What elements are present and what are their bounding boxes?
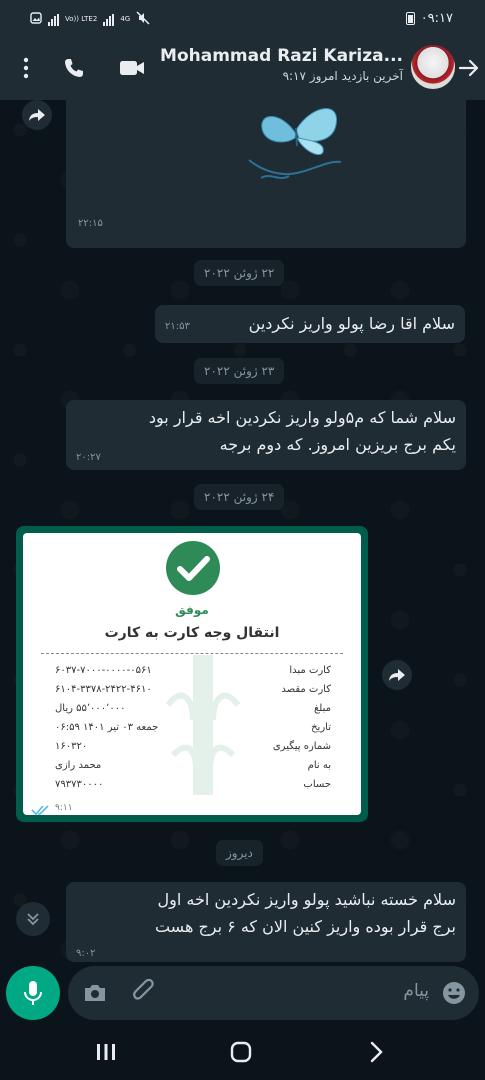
receipt-row-value: ۵۵٬۰۰۰٬۰۰۰ ریال <box>55 703 126 714</box>
chat-area[interactable]: ۲۲:۱۵ ۲۲ ژوئن ۲۰۲۲ سلام اقا رضا پولو وار… <box>0 100 485 962</box>
forward-button[interactable] <box>22 100 52 130</box>
message-input[interactable]: پیام <box>68 966 479 1020</box>
mute-icon <box>136 11 150 28</box>
read-receipt-icon <box>31 801 51 815</box>
receipt-row-value: ۱۶۰۳۲۰ <box>55 741 88 752</box>
bank-watermark-icon <box>165 655 241 795</box>
receipt-row-label: تاریخ <box>311 722 331 733</box>
video-call-icon[interactable] <box>118 55 146 85</box>
receipt-row-label: به نام <box>307 760 331 771</box>
avatar[interactable] <box>411 45 455 89</box>
input-placeholder: پیام <box>403 981 429 1001</box>
message-text-line: سلام خسته نباشید پولو واریز نکردین اخه ا… <box>157 890 456 909</box>
receipt-image[interactable]: موفق انتقال وجه کارت به کارت کارت مبدا ۶… <box>23 533 361 815</box>
receipt-row-value: محمد رازی <box>55 760 102 771</box>
camera-icon[interactable] <box>82 981 108 1009</box>
receipt-status: موفق <box>175 603 209 617</box>
message-bubble[interactable]: سلام شما که م۵ولو واریز نکردین اخه قرار … <box>66 400 466 470</box>
scroll-down-button[interactable] <box>16 902 50 936</box>
home-icon[interactable] <box>229 1040 253 1068</box>
message-time: ۲۱:۵۳ <box>165 321 190 332</box>
date-chip: دیروز <box>216 840 263 866</box>
receipt-title: انتقال وجه کارت به کارت <box>104 625 280 641</box>
status-time: ۰۹:۱۷ <box>420 11 453 26</box>
message-text-line: سلام شما که م۵ولو واریز نکردین اخه قرار … <box>148 408 456 427</box>
success-check-icon <box>166 541 220 595</box>
message-time: ۲۲:۱۵ <box>78 218 103 229</box>
divider <box>41 653 343 654</box>
contact-name[interactable]: Mohammad Razi Kariza... <box>160 46 403 66</box>
emoji-icon[interactable] <box>441 980 467 1010</box>
more-options-icon[interactable] <box>16 55 36 85</box>
network-label-left: Vo)) LTE2 <box>65 15 98 23</box>
system-nav-bar <box>0 1022 485 1080</box>
receipt-row-label: کارت مقصد <box>281 684 331 695</box>
last-seen: آخرین بازدید امروز ۹:۱۷ <box>282 69 403 83</box>
receipt-row-value: ۶۰۳۷-۷۰۰۰-۰۰۰۰-۰۵۶۱ <box>55 665 152 676</box>
recent-apps-icon[interactable] <box>95 1042 117 1066</box>
chat-header: Mohammad Razi Kariza... آخرین بازدید امر… <box>0 38 485 100</box>
receipt-row-value: جمعه ۰۳ تیر ۱۴۰۱ ۰۶:۵۹ <box>55 722 159 733</box>
date-chip: ۲۲ ژوئن ۲۰۲۲ <box>194 260 285 286</box>
voice-call-icon[interactable] <box>62 55 86 85</box>
receipt-message[interactable]: موفق انتقال وجه کارت به کارت کارت مبدا ۶… <box>16 526 368 822</box>
image-message[interactable]: ۲۲:۱۵ <box>66 100 466 248</box>
message-text-line: برج قرار بوده واریز کنین الان که ۶ برج ه… <box>154 917 456 936</box>
receipt-row-label: مبلغ <box>313 703 331 714</box>
signal-icon <box>48 13 59 26</box>
receipt-row-value: ۶۱۰۴-۳۳۷۸-۲۴۲۲-۴۶۱۰ <box>55 684 152 695</box>
signal-icon-2 <box>103 13 115 26</box>
back-arrow-icon[interactable] <box>457 56 481 84</box>
mic-button[interactable] <box>6 966 60 1020</box>
date-chip: ۲۴ ژوئن ۲۰۲۲ <box>194 484 285 510</box>
photo-icon <box>30 12 42 27</box>
butterfly-image[interactable] <box>241 100 351 190</box>
message-time: ۹:۰۲ <box>76 948 96 959</box>
receipt-row-value: ۷۹۳۷۳۰۰۰۰ <box>55 779 104 790</box>
message-text-line: یکم برج بریزین امروز. که دوم برجه <box>219 435 456 454</box>
status-bar: Vo)) LTE2 4G ۰۹:۱۷ <box>0 0 485 38</box>
message-bubble[interactable]: سلام خسته نباشید پولو واریز نکردین اخه ا… <box>66 882 466 962</box>
receipt-row-label: حساب <box>303 779 331 790</box>
network-label-right: 4G <box>120 15 131 23</box>
input-bar: پیام <box>0 962 485 1022</box>
back-icon[interactable] <box>366 1040 386 1068</box>
message-time: ۹:۱۱ <box>55 803 73 813</box>
forward-button[interactable] <box>382 660 412 690</box>
message-time: ۲۰:۲۷ <box>76 452 101 463</box>
date-chip: ۲۳ ژوئن ۲۰۲۲ <box>194 358 285 384</box>
attach-icon[interactable] <box>132 978 158 1011</box>
message-text: سلام اقا رضا پولو واریز نکردین <box>248 314 455 333</box>
message-bubble[interactable]: سلام اقا رضا پولو واریز نکردین ۲۱:۵۳ <box>155 305 465 343</box>
receipt-row-label: شماره پیگیری <box>272 741 331 752</box>
receipt-row-label: کارت مبدا <box>289 665 331 676</box>
battery-icon <box>405 12 415 25</box>
